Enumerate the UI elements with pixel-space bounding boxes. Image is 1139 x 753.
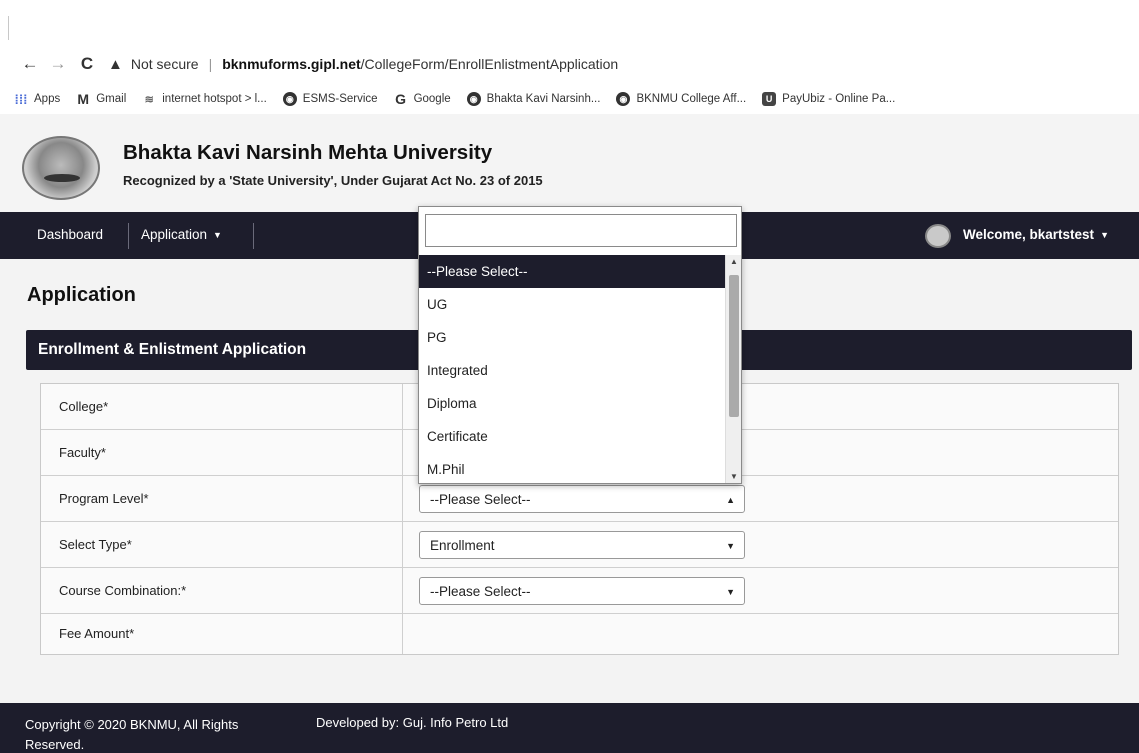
- dropdown-option-please-select[interactable]: --Please Select--: [419, 255, 725, 288]
- bookmark-apps[interactable]: ⁞⁞⁞ Apps: [14, 91, 61, 107]
- dropdown-option-ug[interactable]: UG: [419, 288, 725, 321]
- university-subtitle: Recognized by a 'State University', Unde…: [123, 173, 543, 188]
- dropdown-option-mphil[interactable]: M.Phil: [419, 453, 725, 486]
- caret-down-icon: ▼: [726, 541, 735, 551]
- program-level-label: Program Level*: [59, 491, 149, 506]
- google-icon: G: [395, 91, 406, 107]
- select-type-label: Select Type*: [59, 537, 132, 552]
- warning-triangle-icon: ▲: [108, 55, 123, 73]
- welcome-label: Welcome, bkartstest: [963, 227, 1095, 242]
- dropdown-option-diploma[interactable]: Diploma: [419, 387, 725, 420]
- course-combination-select[interactable]: --Please Select-- ▼: [419, 577, 745, 605]
- hotspot-icon: ≋: [144, 93, 154, 106]
- bookmark-esms[interactable]: ◉ ESMS-Service: [282, 92, 378, 106]
- nav-divider: [128, 223, 129, 249]
- browser-toolbar: ← → C ▲ Not secure | bknmuforms.gipl.net…: [0, 44, 1139, 115]
- caret-down-icon: ▼: [726, 587, 735, 597]
- globe-icon: ◉: [616, 92, 631, 106]
- cell-divider: [402, 476, 403, 521]
- forward-arrow-icon[interactable]: →: [46, 52, 70, 76]
- bookmark-label: PayUbiz - Online Pa...: [782, 93, 896, 105]
- program-level-dropdown: --Please Select-- UG PG Integrated Diplo…: [418, 206, 742, 484]
- gmail-icon: M: [77, 91, 90, 107]
- nav-application-label: Application: [141, 227, 208, 242]
- university-name: Bhakta Kavi Narsinh Mehta University: [123, 141, 493, 164]
- site-header: Bhakta Kavi Narsinh Mehta University Rec…: [0, 114, 1139, 212]
- user-avatar-icon[interactable]: [925, 224, 951, 248]
- globe-icon: ◉: [466, 92, 481, 106]
- globe-icon: ◉: [282, 92, 297, 106]
- scroll-up-icon[interactable]: ▲: [730, 257, 738, 266]
- bookmark-label: Apps: [34, 93, 61, 105]
- page-title: Application: [27, 284, 136, 306]
- url-path: /CollegeForm/EnrollEnlistmentApplication: [360, 56, 619, 72]
- form-row-course-combination: Course Combination:* --Please Select-- ▼: [41, 568, 1118, 614]
- dropdown-option-certificate[interactable]: Certificate: [419, 420, 725, 453]
- bookmark-label: BKNMU College Aff...: [636, 93, 747, 105]
- dropdown-option-integrated[interactable]: Integrated: [419, 354, 725, 387]
- payubiz-icon: U: [762, 92, 777, 106]
- form-row-select-type: Select Type* Enrollment ▼: [41, 522, 1118, 568]
- college-label: College*: [59, 399, 109, 414]
- bookmark-label: ESMS-Service: [302, 93, 378, 105]
- address-bar[interactable]: ▲ Not secure | bknmuforms.gipl.net/Colle…: [108, 50, 1088, 78]
- fee-amount-label: Fee Amount*: [59, 626, 135, 641]
- dropdown-options: --Please Select-- UG PG Integrated Diplo…: [419, 255, 725, 486]
- bookmark-hotspot[interactable]: ≋ internet hotspot > l...: [142, 92, 267, 106]
- window-edge: [8, 16, 9, 40]
- back-arrow-icon[interactable]: ←: [18, 52, 42, 76]
- url-domain: bknmuforms.gipl.net: [222, 56, 361, 72]
- course-combination-label: Course Combination:*: [59, 583, 187, 598]
- bookmark-google[interactable]: G Google: [394, 91, 451, 107]
- bookmark-label: Google: [413, 93, 451, 105]
- dropdown-option-pg[interactable]: PG: [419, 321, 725, 354]
- tab-strip: [0, 0, 1139, 44]
- cell-divider: [402, 384, 403, 429]
- reload-icon[interactable]: C: [75, 52, 99, 76]
- bookmark-bhakta[interactable]: ◉ Bhakta Kavi Narsinh...: [466, 92, 601, 106]
- university-logo: [22, 136, 100, 200]
- dropdown-scrollbar[interactable]: ▲ ▼: [725, 255, 741, 483]
- program-level-value: --Please Select--: [430, 492, 531, 507]
- select-type-value: Enrollment: [430, 538, 495, 553]
- dropdown-search-input[interactable]: [425, 214, 737, 247]
- nav-divider: [253, 223, 254, 249]
- scroll-down-icon[interactable]: ▼: [730, 472, 738, 481]
- bookmark-payubiz[interactable]: U PayUbiz - Online Pa...: [762, 92, 895, 106]
- footer-developer: Developed by: Guj. Info Petro Ltd: [316, 715, 509, 730]
- cell-divider: [402, 430, 403, 475]
- panel-title: Enrollment & Enlistment Application: [38, 341, 307, 358]
- not-secure-label: Not secure: [130, 56, 199, 72]
- apps-grid-icon: ⁞⁞⁞: [14, 91, 28, 107]
- scrollbar-thumb[interactable]: [729, 275, 739, 417]
- footer-copyright: Copyright © 2020 BKNMU, All Rights Reser…: [25, 717, 239, 752]
- caret-down-icon: ▼: [213, 230, 222, 241]
- url-text: bknmuforms.gipl.net/CollegeForm/EnrollEn…: [222, 56, 618, 72]
- address-separator: |: [208, 56, 213, 72]
- program-level-select[interactable]: --Please Select-- ▲: [419, 485, 745, 513]
- cell-divider: [402, 568, 403, 613]
- course-combination-value: --Please Select--: [430, 584, 531, 599]
- form-row-fee-amount: Fee Amount*: [41, 614, 1118, 654]
- nav-application-menu[interactable]: Application ▼: [141, 227, 222, 242]
- faculty-label: Faculty*: [59, 445, 106, 460]
- nav-dashboard[interactable]: Dashboard: [37, 227, 103, 242]
- bookmark-label: internet hotspot > l...: [162, 93, 267, 105]
- footer: Copyright © 2020 BKNMU, All Rights Reser…: [0, 703, 1139, 753]
- bookmark-bknmu[interactable]: ◉ BKNMU College Aff...: [616, 92, 746, 106]
- bookmark-label: Bhakta Kavi Narsinh...: [486, 93, 601, 105]
- caret-up-icon: ▲: [726, 495, 735, 505]
- cell-divider: [402, 614, 403, 654]
- select-type-select[interactable]: Enrollment ▼: [419, 531, 745, 559]
- user-menu[interactable]: Welcome, bkartstest ▼: [963, 227, 1109, 242]
- bookmark-gmail[interactable]: M Gmail: [76, 91, 127, 107]
- bookmark-label: Gmail: [96, 93, 127, 105]
- bookmarks-bar: ⁞⁞⁞ Apps M Gmail ≋ internet hotspot > l... …: [0, 84, 1139, 114]
- cell-divider: [402, 522, 403, 567]
- caret-down-icon: ▼: [1100, 230, 1109, 241]
